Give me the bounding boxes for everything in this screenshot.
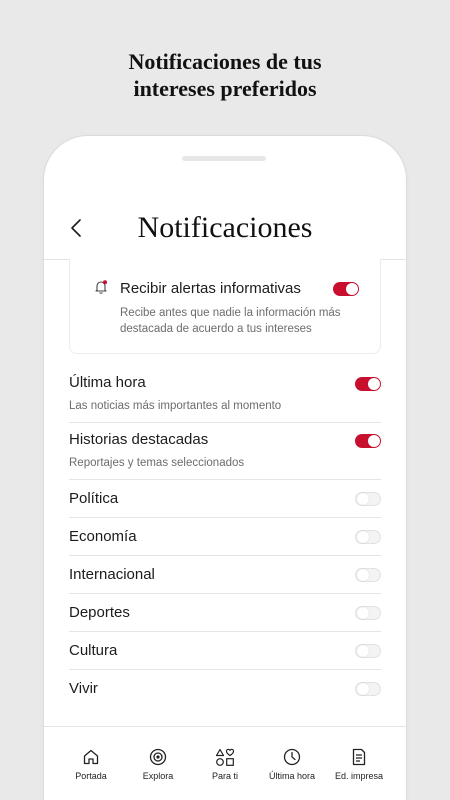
tab-label: Portada xyxy=(75,771,107,781)
toggle-knob xyxy=(357,493,369,505)
setting-toggle-economia[interactable] xyxy=(355,530,381,544)
toggle-knob xyxy=(357,683,369,695)
toggle-knob xyxy=(357,607,369,619)
setting-label: Internacional xyxy=(69,566,155,583)
tab-label: Para ti xyxy=(211,771,238,781)
toggle-knob xyxy=(357,569,369,581)
phone-speaker xyxy=(182,156,266,161)
setting-row-cultura: Cultura xyxy=(69,632,381,670)
setting-description: Reportajes y temas seleccionados xyxy=(69,457,245,469)
toggle-knob xyxy=(357,645,369,657)
setting-toggle-internacional[interactable] xyxy=(355,568,381,582)
promo-headline: Notificaciones de tus intereses preferid… xyxy=(0,48,450,102)
setting-toggle-deportes[interactable] xyxy=(355,606,381,620)
setting-row-politica: Política xyxy=(69,480,381,518)
setting-row-ultima-hora: Última hora Las noticias más importantes… xyxy=(69,366,381,423)
tab-explora[interactable]: Explora xyxy=(122,727,194,797)
promo-headline-line-1: Notificaciones de tus xyxy=(128,49,322,74)
page-title: Notificaciones xyxy=(137,211,313,244)
alerts-title: Recibir alertas informativas xyxy=(120,280,301,297)
setting-toggle-ultima-hora[interactable] xyxy=(355,377,381,391)
phone-frame: Notificaciones Recibir alertas informati… xyxy=(44,136,406,800)
tab-label: Explora xyxy=(142,771,174,781)
tab-label: Ed. impresa xyxy=(334,771,384,781)
home-icon xyxy=(83,749,99,765)
promo-headline-line-2: intereses preferidos xyxy=(133,76,317,101)
tab-portada[interactable]: Portada xyxy=(55,727,127,797)
setting-label: Vivir xyxy=(69,680,98,697)
alerts-description: Recibe antes que nadie la información má… xyxy=(120,307,341,335)
setting-toggle-cultura[interactable] xyxy=(355,644,381,658)
toggle-knob xyxy=(368,435,380,447)
bottom-tab-bar: Portada Explora Para ti Última hora Ed. … xyxy=(44,726,406,796)
setting-toggle-politica[interactable] xyxy=(355,492,381,506)
setting-row-internacional: Internacional xyxy=(69,556,381,594)
app-bar: Notificaciones xyxy=(44,196,406,260)
tab-ultima-hora[interactable]: Última hora xyxy=(256,727,328,797)
setting-label: Deportes xyxy=(69,604,130,621)
setting-label: Última hora xyxy=(69,374,146,391)
bell-icon xyxy=(95,280,107,294)
setting-row-vivir: Vivir xyxy=(69,670,381,708)
tab-ed-impresa[interactable]: Ed. impresa xyxy=(323,727,395,797)
setting-toggle-vivir[interactable] xyxy=(355,682,381,696)
setting-row-deportes: Deportes xyxy=(69,594,381,632)
target-icon xyxy=(149,748,167,766)
tab-para-ti[interactable]: Para ti xyxy=(189,727,261,797)
alerts-card: Recibir alertas informativas Recibe ante… xyxy=(69,259,381,354)
setting-toggle-historias-destacadas[interactable] xyxy=(355,434,381,448)
setting-label: Cultura xyxy=(69,642,118,659)
setting-label: Historias destacadas xyxy=(69,431,209,448)
shapes-icon xyxy=(215,748,235,766)
tab-label: Última hora xyxy=(268,771,315,781)
document-icon xyxy=(352,748,366,766)
setting-row-historias-destacadas: Historias destacadas Reportajes y temas … xyxy=(69,423,381,480)
alerts-toggle[interactable] xyxy=(333,282,359,296)
setting-label: Política xyxy=(69,490,119,507)
setting-label: Economía xyxy=(69,528,137,545)
setting-description: Las noticias más importantes al momento xyxy=(69,400,282,412)
toggle-knob xyxy=(368,378,380,390)
clock-icon xyxy=(283,748,301,766)
toggle-knob xyxy=(357,531,369,543)
setting-row-economia: Economía xyxy=(69,518,381,556)
toggle-knob xyxy=(346,283,358,295)
